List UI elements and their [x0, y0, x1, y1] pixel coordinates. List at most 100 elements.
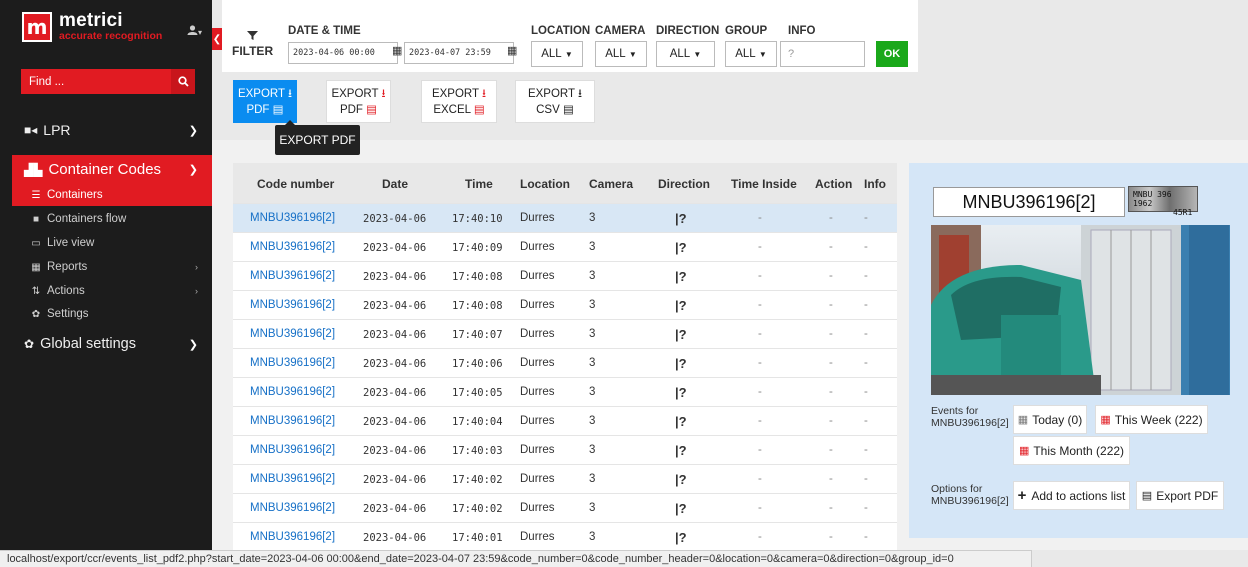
- camera-label: CAMERA: [595, 25, 646, 37]
- cell-code[interactable]: MNBU396196[2]: [250, 473, 335, 485]
- col-date[interactable]: Date: [382, 177, 408, 191]
- add-to-actions-button[interactable]: + Add to actions list: [1013, 481, 1130, 510]
- sub-item-reports[interactable]: ▦ Reports ›: [12, 256, 212, 278]
- filter-bar: FILTER DATE & TIME 2023-04-06 00:00 ▦ 20…: [222, 0, 918, 72]
- table-row[interactable]: MNBU396196[2] 2023-04-06 17:40:02 Durres 3 |?…: [233, 493, 897, 522]
- table-row[interactable]: MNBU396196[2] 2023-04-06 17:40:05 Durres 3 |?…: [233, 377, 897, 406]
- excel-file-icon: ▤: [473, 104, 485, 116]
- direction-select[interactable]: ALL ▼: [656, 41, 715, 67]
- csv-file-icon: ▤: [562, 104, 574, 116]
- sub-item-actions[interactable]: ⇅ Actions ›: [12, 280, 212, 302]
- cell-code[interactable]: MNBU396196[2]: [250, 531, 335, 543]
- cell-code[interactable]: MNBU396196[2]: [250, 386, 335, 398]
- cell-time: 17:40:02: [452, 503, 503, 515]
- info-input[interactable]: ?: [780, 41, 865, 67]
- chevron-left-icon: ❮: [212, 33, 222, 45]
- col-camera[interactable]: Camera: [589, 177, 633, 191]
- col-code-number[interactable]: Code number: [257, 177, 334, 191]
- capture-photo[interactable]: [931, 225, 1230, 395]
- table-row[interactable]: MNBU396196[2] 2023-04-06 17:40:06 Durres 3 |?…: [233, 348, 897, 377]
- start-date-input[interactable]: 2023-04-06 00:00: [288, 42, 398, 64]
- add-to-actions-label: Add to actions list: [1031, 488, 1126, 503]
- brand[interactable]: m metrici accurate recognition ▾: [0, 0, 212, 54]
- export-csv-button[interactable]: EXPORT ⭳ CSV ▤: [515, 80, 595, 123]
- col-action[interactable]: Action: [815, 177, 852, 191]
- cell-location: Durres: [520, 502, 555, 514]
- cell-info: -: [864, 357, 868, 369]
- cell-code[interactable]: MNBU396196[2]: [250, 444, 335, 456]
- export-pdf-button[interactable]: EXPORT ⭳ PDF ▤: [326, 80, 391, 123]
- table-row[interactable]: MNBU396196[2] 2023-04-06 17:40:08 Durres 3 |?…: [233, 290, 897, 319]
- filter-toggle[interactable]: FILTER: [232, 30, 273, 58]
- cell-time: 17:40:08: [452, 271, 503, 283]
- this-month-button[interactable]: ▦ This Month (222): [1013, 436, 1130, 465]
- cell-time: 17:40:02: [452, 474, 503, 486]
- table-row[interactable]: MNBU396196[2] 2023-04-06 17:40:10 Durres 3 |?…: [233, 203, 897, 232]
- table-row[interactable]: MNBU396196[2] 2023-04-06 17:40:01 Durres 3 |?…: [233, 522, 897, 550]
- cell-code[interactable]: MNBU396196[2]: [250, 299, 335, 311]
- sub-item-containers[interactable]: ☰ Containers: [12, 184, 212, 206]
- date-time-label: DATE & TIME: [288, 25, 361, 37]
- ok-button[interactable]: OK: [876, 41, 908, 67]
- cell-location: Durres: [520, 270, 555, 282]
- calendar-icon[interactable]: ▦: [507, 44, 517, 57]
- camera-select[interactable]: ALL ▼: [595, 41, 647, 67]
- logo-letter: m: [26, 15, 48, 39]
- today-button[interactable]: ▦ Today (0): [1013, 405, 1087, 434]
- sub-item-containers-flow[interactable]: ■ Containers flow: [12, 208, 212, 230]
- nav-global-settings[interactable]: ✿ Global settings ❯: [0, 331, 212, 357]
- user-menu-button[interactable]: ▾: [187, 25, 202, 38]
- cell-code[interactable]: MNBU396196[2]: [250, 241, 335, 253]
- col-direction[interactable]: Direction: [658, 177, 710, 191]
- collapse-sidebar-button[interactable]: ❮: [212, 28, 222, 50]
- nav-container-codes[interactable]: ▟▙ Container Codes ❯: [12, 155, 212, 184]
- cell-code[interactable]: MNBU396196[2]: [250, 415, 335, 427]
- cell-time-inside: -: [758, 212, 762, 224]
- sub-item-live-view[interactable]: ▭ Live view: [12, 232, 212, 254]
- search-button[interactable]: [171, 69, 195, 94]
- calendar-icon: ▦: [1100, 414, 1111, 426]
- cell-time: 17:40:06: [452, 358, 503, 370]
- cell-code[interactable]: MNBU396196[2]: [250, 502, 335, 514]
- table-row[interactable]: MNBU396196[2] 2023-04-06 17:40:02 Durres 3 |?…: [233, 464, 897, 493]
- caret-down-icon: ▼: [693, 49, 702, 59]
- col-location[interactable]: Location: [520, 177, 570, 191]
- col-time-inside[interactable]: Time Inside: [731, 177, 797, 191]
- group-value: ALL: [735, 48, 756, 60]
- calendar-icon[interactable]: ▦: [392, 44, 402, 57]
- nav-lpr[interactable]: ■◂ LPR ❯: [0, 117, 212, 143]
- sub-item-settings[interactable]: ✿ Settings: [12, 303, 212, 325]
- col-info[interactable]: Info: [864, 177, 886, 191]
- cell-date: 2023-04-06: [363, 445, 427, 457]
- table-row[interactable]: MNBU396196[2] 2023-04-06 17:40:09 Durres 3 |?…: [233, 232, 897, 261]
- cell-code[interactable]: MNBU396196[2]: [250, 328, 335, 340]
- table-row[interactable]: MNBU396196[2] 2023-04-06 17:40:08 Durres 3 |?…: [233, 261, 897, 290]
- cell-code[interactable]: MNBU396196[2]: [250, 212, 335, 224]
- table-row[interactable]: MNBU396196[2] 2023-04-06 17:40:07 Durres 3 |?…: [233, 319, 897, 348]
- sub-item-label: Containers flow: [47, 213, 127, 225]
- cell-code[interactable]: MNBU396196[2]: [250, 357, 335, 369]
- cell-camera: 3: [589, 502, 596, 514]
- location-select[interactable]: ALL ▼: [531, 41, 583, 67]
- export-label: EXPORT: [237, 88, 285, 100]
- group-select[interactable]: ALL ▼: [725, 41, 777, 67]
- plate-image-text-2: 45R1: [1173, 208, 1193, 217]
- end-date-input[interactable]: 2023-04-07 23:59: [404, 42, 514, 64]
- table-row[interactable]: MNBU396196[2] 2023-04-06 17:40:03 Durres 3 |?…: [233, 435, 897, 464]
- cell-time-inside: -: [758, 531, 762, 543]
- export-pdf-button-active[interactable]: EXPORT ⭳ PDF ▤: [233, 80, 297, 123]
- cell-code[interactable]: MNBU396196[2]: [250, 270, 335, 282]
- cell-location: Durres: [520, 299, 555, 311]
- cell-camera: 3: [589, 531, 596, 543]
- find-input[interactable]: Find ...: [21, 76, 171, 88]
- plate-crop-image: MNBU 396 1962 45R1: [1128, 186, 1198, 217]
- table-row[interactable]: MNBU396196[2] 2023-04-06 17:40:04 Durres 3 |?…: [233, 406, 897, 435]
- export-pdf-panel-button[interactable]: ▤ Export PDF: [1136, 481, 1224, 510]
- export-excel-button[interactable]: EXPORT ⭳ EXCEL ▤: [421, 80, 497, 123]
- cell-info: -: [864, 212, 868, 224]
- col-time[interactable]: Time: [465, 177, 493, 191]
- cell-date: 2023-04-06: [363, 358, 427, 370]
- export-label: EXPORT: [527, 88, 575, 100]
- export-type: PDF: [339, 104, 363, 116]
- this-week-button[interactable]: ▦ This Week (222): [1095, 405, 1208, 434]
